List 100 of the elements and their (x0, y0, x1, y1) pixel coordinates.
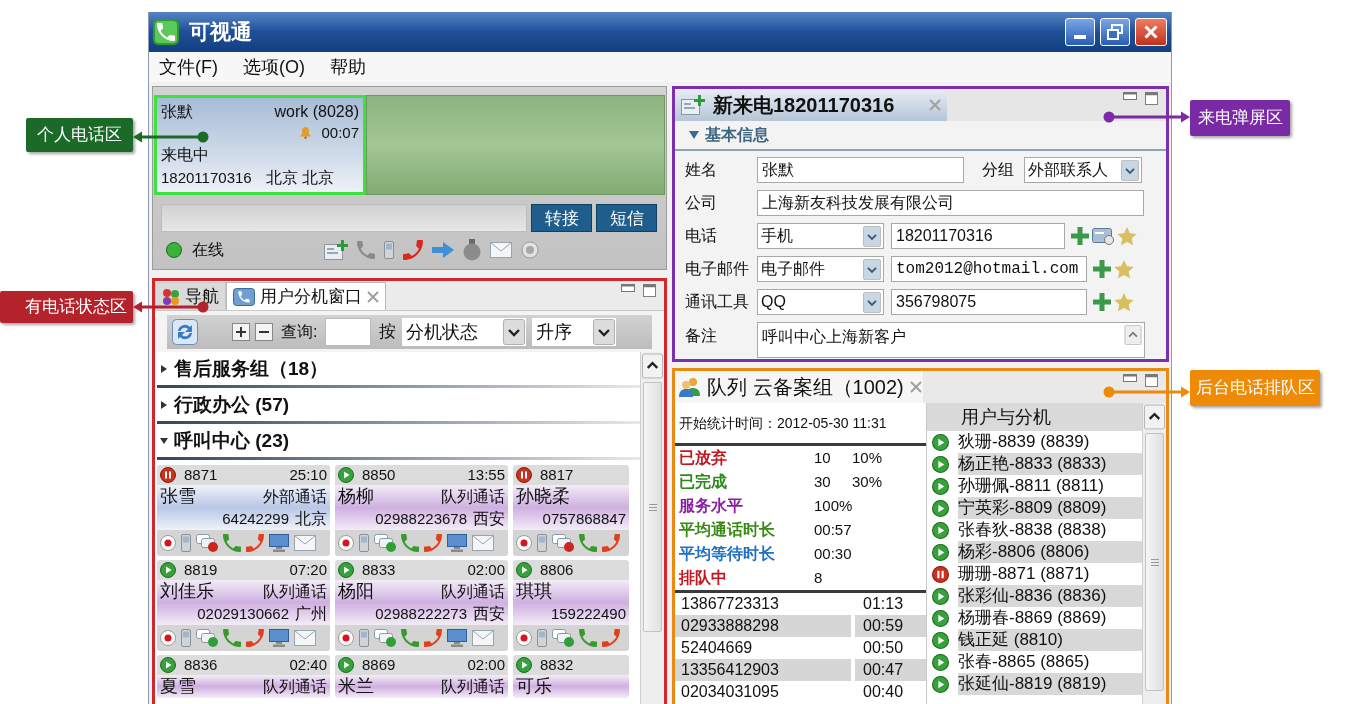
mobile-phone-icon[interactable] (537, 534, 547, 552)
phone-icon[interactable] (357, 241, 375, 259)
tab[interactable]: 队列 云备案组（1002) (675, 371, 923, 403)
hang-up-icon[interactable] (403, 240, 423, 260)
type-select[interactable]: 手机 (757, 223, 884, 249)
record-icon[interactable] (516, 535, 532, 551)
extension-card[interactable]: 8817 孙晓柔 0757868847 (513, 465, 629, 556)
tab[interactable]: 新来电18201170316 (675, 89, 947, 121)
sort-field-select[interactable]: 分机状态 (402, 318, 527, 346)
envelope-icon[interactable] (490, 242, 512, 258)
input-field[interactable]: tom2012@hotmail.com (891, 256, 1087, 282)
group-header[interactable]: 呼叫中心 (23) (157, 424, 640, 457)
close-icon[interactable] (909, 381, 922, 393)
phone-icon[interactable] (401, 534, 419, 552)
chat-icon[interactable] (374, 629, 396, 647)
monitor-icon[interactable] (269, 534, 289, 552)
table-cell[interactable]: 孙珊佩-8811 (8811) (958, 475, 1142, 497)
maximize-icon[interactable] (643, 284, 656, 297)
hang-up-icon[interactable] (424, 534, 442, 552)
group-header[interactable]: 行政办公 (57) (157, 388, 640, 421)
star-icon[interactable] (1114, 259, 1134, 279)
chevron-down-icon[interactable] (593, 319, 616, 345)
mobile-phone-icon[interactable] (181, 629, 191, 647)
contact-add-icon[interactable] (324, 240, 348, 260)
minimize-button[interactable] (1065, 18, 1095, 46)
menu-item[interactable]: 帮助 (330, 58, 366, 76)
refresh-icon[interactable] (172, 319, 198, 345)
envelope-icon[interactable] (472, 535, 494, 551)
record-icon[interactable] (521, 241, 539, 259)
monitor-icon[interactable] (447, 629, 467, 647)
phone-icon[interactable] (579, 534, 597, 552)
extension-card[interactable]: 8833 02:00 杨阳 队列通话 02988222273 西安 (335, 560, 508, 651)
medal-icon[interactable] (463, 239, 481, 261)
table-cell[interactable]: 张延仙-8819 (8819) (958, 673, 1142, 695)
envelope-icon[interactable] (472, 630, 494, 646)
phone-icon[interactable] (223, 534, 241, 552)
extension-card[interactable]: 8806 琪琪 159222490 (513, 560, 629, 651)
chat-icon[interactable] (552, 629, 574, 647)
star-icon[interactable] (1117, 226, 1137, 246)
chat-icon[interactable] (552, 534, 574, 552)
sort-order-select[interactable]: 升序 (532, 318, 617, 346)
tab[interactable]: 用户分机窗口 (226, 282, 386, 310)
remark-field[interactable]: 呼叫中心上海新客户 (757, 322, 1145, 358)
action-button[interactable]: 转接 (531, 204, 592, 232)
hang-up-icon[interactable] (602, 534, 620, 552)
close-icon[interactable] (929, 99, 941, 111)
table-cell[interactable]: 宁英彩-8809 (8809) (958, 497, 1142, 519)
close-button[interactable] (1135, 18, 1167, 46)
table-cell[interactable]: 钱正延 (8810) (958, 629, 1142, 651)
table-cell[interactable]: 张春狄-8838 (8838) (958, 519, 1142, 541)
table-cell[interactable]: 张春-8865 (8865) (958, 651, 1142, 673)
record-icon[interactable] (338, 535, 354, 551)
envelope-icon[interactable] (294, 630, 316, 646)
mobile-phone-icon[interactable] (359, 534, 369, 552)
action-button[interactable]: 短信 (596, 204, 657, 232)
group-header[interactable]: 售后服务组（18） (157, 352, 640, 385)
extension-card[interactable]: 8871 25:10 张雪 外部通话 64242299 北京 (157, 465, 330, 556)
input-field[interactable] (161, 204, 527, 232)
scroll-up-icon[interactable] (642, 353, 663, 379)
extension-card[interactable]: 8850 13:55 杨柳 队列通话 02988223678 西安 (335, 465, 508, 556)
search-field[interactable] (325, 318, 372, 346)
input-field[interactable]: 356798075 (891, 289, 1087, 315)
table-cell[interactable]: 杨珊春-8869 (8869) (958, 607, 1142, 629)
minimize-icon[interactable] (1123, 374, 1137, 382)
mobile-phone-icon[interactable] (181, 534, 191, 552)
minimize-icon[interactable] (1123, 92, 1137, 100)
chevron-down-icon[interactable] (503, 319, 526, 345)
monitor-icon[interactable] (269, 629, 289, 647)
input-field[interactable]: 上海新友科技发展有限公司 (757, 190, 1144, 216)
group-select[interactable]: 外部联系人 (1024, 157, 1142, 183)
type-select[interactable]: QQ (757, 289, 884, 315)
chat-icon[interactable] (196, 629, 218, 647)
monitor-icon[interactable] (447, 534, 467, 552)
mobile-phone-icon[interactable] (537, 629, 547, 647)
phone-icon[interactable] (401, 629, 419, 647)
table-cell[interactable]: 狄珊-8839 (8839) (958, 431, 1142, 453)
envelope-icon[interactable] (294, 535, 316, 551)
minimize-icon[interactable] (621, 284, 635, 292)
scrollbar-thumb[interactable] (643, 382, 662, 632)
input-field[interactable]: 张默 (757, 157, 964, 183)
hang-up-icon[interactable] (246, 629, 264, 647)
phone-icon[interactable] (223, 629, 241, 647)
table-cell[interactable]: 张彩仙-8836 (8836) (958, 585, 1142, 607)
input-field[interactable]: 18201170316 (891, 223, 1065, 249)
table-cell[interactable]: 珊珊-8871 (8871) (958, 563, 1142, 585)
minus-icon[interactable] (255, 323, 273, 341)
scrollbar-thumb[interactable] (1145, 433, 1164, 691)
close-icon[interactable] (367, 290, 379, 303)
phone-icon[interactable] (579, 629, 597, 647)
arrow-right-icon[interactable] (432, 242, 454, 258)
restore-button[interactable] (1100, 18, 1130, 46)
table-cell[interactable]: 杨正艳-8833 (8833) (958, 453, 1142, 475)
hang-up-icon[interactable] (424, 629, 442, 647)
maximize-icon[interactable] (1145, 92, 1158, 105)
call-card[interactable]: 张默 work (8028) 00:07 来电中 18201170316 北京 北京 (154, 95, 366, 195)
maximize-icon[interactable] (1145, 374, 1158, 387)
star-icon[interactable] (1114, 292, 1134, 312)
type-select[interactable]: 电子邮件 (757, 256, 884, 282)
mobile-phone-icon[interactable] (359, 629, 369, 647)
record-icon[interactable] (160, 535, 176, 551)
